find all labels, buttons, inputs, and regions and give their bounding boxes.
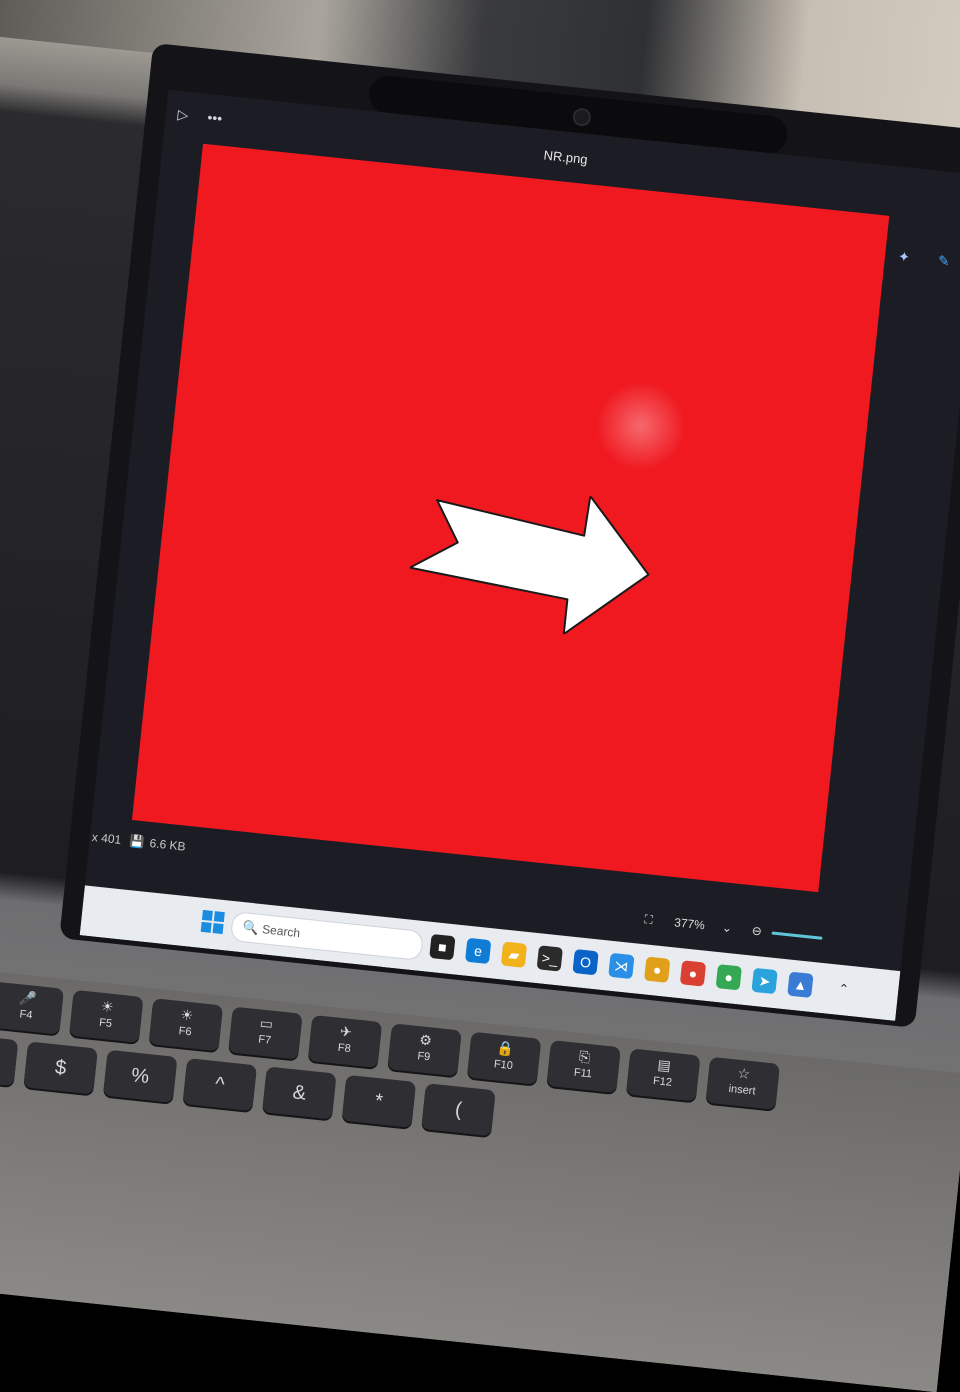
search-icon: 🔍: [241, 919, 260, 936]
copilot-icon[interactable]: ✦: [894, 247, 914, 267]
key-number-row[interactable]: #: [0, 1032, 19, 1087]
outlook-icon[interactable]: O: [572, 948, 599, 976]
zoom-out-icon[interactable]: ⊖: [751, 923, 762, 938]
task-view-icon[interactable]: ■: [429, 933, 456, 961]
edit-icon[interactable]: ✎: [934, 251, 954, 271]
key-f12[interactable]: ▤ F12: [626, 1048, 701, 1102]
start-button[interactable]: [200, 909, 225, 935]
key-f9[interactable]: ⚙ F9: [387, 1023, 462, 1077]
key-number-row[interactable]: (: [421, 1083, 496, 1137]
key-f11[interactable]: ⎘ F11: [546, 1040, 621, 1094]
chrome-profile-icon[interactable]: ●: [679, 960, 707, 987]
key-number-row[interactable]: *: [341, 1074, 417, 1128]
key-f5[interactable]: ☀ F5: [69, 989, 144, 1043]
key-number-row[interactable]: %: [103, 1049, 178, 1103]
edge-icon[interactable]: e: [464, 937, 492, 965]
key-f7[interactable]: ▭ F7: [228, 1006, 303, 1060]
chevron-up-icon[interactable]: ⌃: [837, 981, 849, 998]
terminal-icon[interactable]: >_: [536, 945, 563, 972]
more-options-icon[interactable]: •••: [205, 108, 225, 128]
image-canvas[interactable]: [131, 143, 890, 893]
key-f8[interactable]: ✈ F8: [307, 1014, 383, 1069]
search-placeholder: Search: [261, 922, 301, 941]
key-f4[interactable]: 🎤 F4: [0, 981, 64, 1035]
search-box[interactable]: 🔍 Search: [229, 911, 424, 961]
photo-of-laptop: ▷ ••• NR.png ✦ ✎ x 401 💾 6.6 KB ⛶ 377% ⌄…: [0, 0, 960, 1392]
fit-screen-icon[interactable]: ⛶: [644, 912, 654, 928]
telegram-icon[interactable]: ➤: [751, 967, 778, 995]
key-f6[interactable]: ☀ F6: [148, 998, 224, 1052]
image-dimensions: x 401: [91, 829, 122, 847]
slideshow-icon[interactable]: ▷: [173, 105, 193, 125]
screen-glare: [591, 376, 691, 476]
key-number-row[interactable]: $: [23, 1041, 98, 1095]
key-insert[interactable]: ☆ insert: [705, 1056, 780, 1110]
key-f10[interactable]: 🔒 F10: [466, 1031, 542, 1085]
key-number-row[interactable]: &: [262, 1066, 337, 1120]
window-title: NR.png: [542, 147, 589, 167]
chrome-icon[interactable]: ●: [644, 956, 671, 983]
laptop-screen: ▷ ••• NR.png ✦ ✎ x 401 💾 6.6 KB ⛶ 377% ⌄…: [79, 89, 960, 1021]
file-size-icon: 💾: [129, 833, 146, 850]
keyboard-deck: 🔊F3🎤F4☀F5☀F6▭F7✈F8⚙F9🔒F10⎘F11▤F12☆insert…: [0, 961, 960, 1392]
photos-icon[interactable]: ▲: [787, 971, 814, 998]
key-number-row[interactable]: ^: [182, 1058, 257, 1112]
arrow-right-icon: [408, 495, 650, 636]
vscode-icon[interactable]: ⋊: [608, 952, 635, 980]
chevron-down-icon[interactable]: ⌄: [721, 920, 732, 935]
zoom-slider[interactable]: [771, 931, 823, 940]
chrome-profile-2-icon[interactable]: ●: [715, 964, 742, 991]
zoom-value[interactable]: 377%: [674, 915, 706, 932]
file-explorer-icon[interactable]: ▰: [500, 941, 528, 968]
file-size: 6.6 KB: [148, 836, 187, 854]
